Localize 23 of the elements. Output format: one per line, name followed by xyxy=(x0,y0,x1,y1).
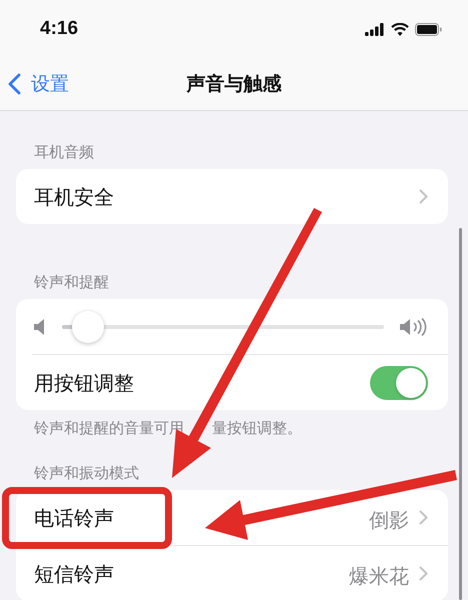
row-label: 用按钮调整 xyxy=(34,370,134,394)
chevron-icon xyxy=(419,510,428,525)
row-value: 倒影 xyxy=(369,510,409,530)
section-header: 铃声和提醒 xyxy=(33,273,110,293)
volume-low-icon xyxy=(34,318,46,334)
chevron-icon xyxy=(419,189,428,204)
page-title: 声音与触感 xyxy=(186,72,282,97)
volume-high-icon xyxy=(400,318,428,336)
row-label[interactable]: 短信铃声 xyxy=(34,562,114,586)
section-footer: 量按钮调整。 xyxy=(212,419,302,437)
row-label[interactable]: 电话铃声 xyxy=(34,506,114,530)
section-header: 耳机音频 xyxy=(33,143,95,163)
wifi-icon xyxy=(391,22,409,36)
toggle-switch[interactable] xyxy=(370,366,428,400)
back-button[interactable]: 设置 xyxy=(0,71,69,97)
status-time: 4:16 xyxy=(40,18,78,40)
section-header: 铃声和振动模式 xyxy=(33,464,140,484)
chevron-icon xyxy=(419,566,428,581)
row-label[interactable]: 耳机安全 xyxy=(34,184,114,208)
signal-icon xyxy=(365,22,385,36)
row-value: 爆米花 xyxy=(349,566,409,586)
back-chevron-icon xyxy=(8,73,21,95)
battery-icon xyxy=(415,22,442,36)
